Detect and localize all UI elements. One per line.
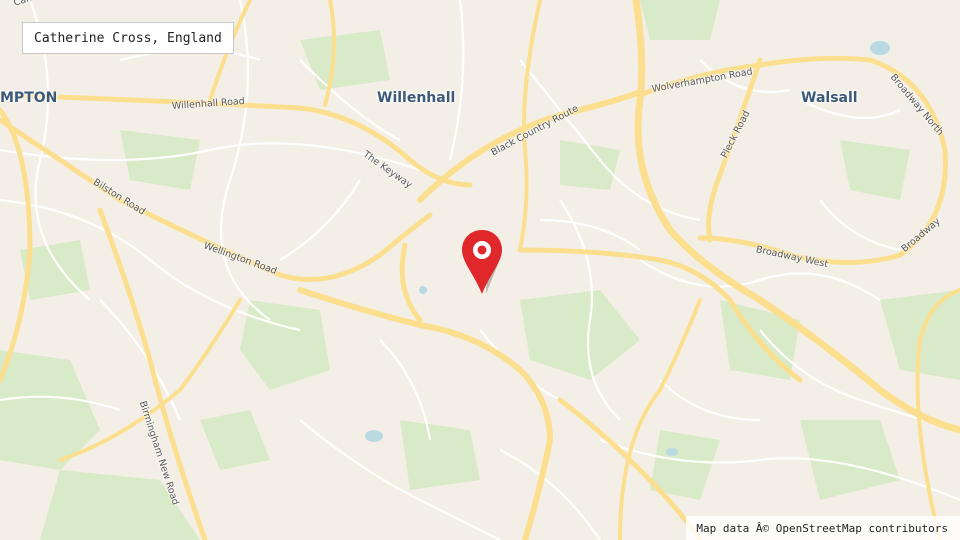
place-label-walsall: Walsall	[801, 90, 858, 106]
attribution-text: Map data Â© OpenStreetMap contributors	[696, 521, 948, 535]
map-view[interactable]: MPTON Willenhall Walsall Cann Willenhall…	[0, 0, 960, 540]
map-attribution[interactable]: Map data Â© OpenStreetMap contributors	[686, 516, 960, 540]
place-label-wolverhampton: MPTON	[0, 90, 58, 106]
place-label-willenhall: Willenhall	[377, 90, 456, 106]
location-label-box: Catherine Cross, England	[22, 22, 234, 54]
map-pin-icon[interactable]	[458, 228, 506, 296]
location-label-text: Catherine Cross, England	[34, 30, 222, 46]
